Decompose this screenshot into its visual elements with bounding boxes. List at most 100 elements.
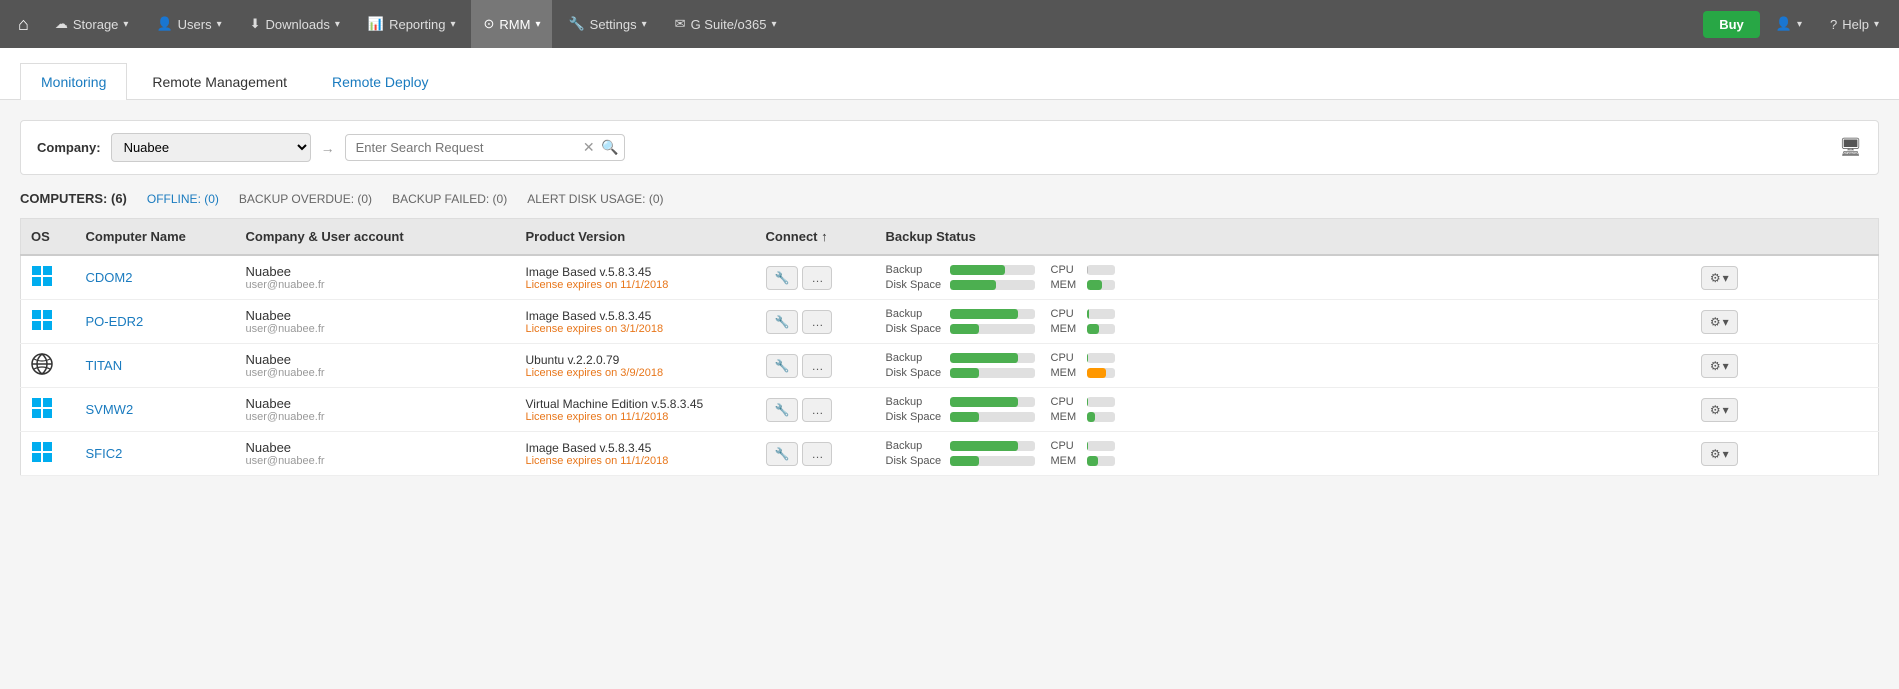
cpu-label-row: CPU [1051,264,1115,276]
nav-settings[interactable]: 🔧 Settings ▾ [556,0,658,48]
connect-more-button[interactable]: … [802,310,832,334]
reporting-icon: 📊 [368,16,384,32]
backup-group: Backup Disk Space [886,396,1035,423]
mem-progress [1087,456,1115,466]
settings-button[interactable]: ⚙ ▾ [1701,266,1738,290]
user-menu[interactable]: 👤 ▾ [1764,0,1814,48]
help-menu[interactable]: ? Help ▾ [1818,0,1891,48]
computer-name-link[interactable]: PO-EDR2 [86,314,144,329]
company-name: Nuabee [246,396,506,411]
backup-status-cell: Backup Disk Space CPU [876,344,1691,388]
connect-wrench-button[interactable]: 🔧 [766,310,799,334]
product-version: Image Based v.5.8.3.45 [526,265,746,279]
connect-buttons: 🔧 … [766,398,866,422]
company-user-cell: Nuabee user@nuabee.fr [236,388,516,432]
connect-wrench-button[interactable]: 🔧 [766,266,799,290]
connect-cell: 🔧 … [756,300,876,344]
col-connect[interactable]: Connect ↑ [756,219,876,256]
product-version: Image Based v.5.8.3.45 [526,441,746,455]
connect-wrench-button[interactable]: 🔧 [766,354,799,378]
actions-cell: ⚙ ▾ [1691,432,1879,476]
tab-remote-deploy[interactable]: Remote Deploy [312,64,449,100]
connect-more-button[interactable]: … [802,442,832,466]
mem-label-text: MEM [1051,411,1081,423]
tab-remote-management[interactable]: Remote Management [131,63,308,100]
product-cell: Virtual Machine Edition v.5.8.3.45 Licen… [516,388,756,432]
disk-label: Disk Space [886,411,944,423]
cpu-progress [1087,353,1115,363]
nav-reporting[interactable]: 📊 Reporting ▾ [356,0,468,48]
buy-button[interactable]: Buy [1703,11,1760,38]
computer-name-link[interactable]: SFIC2 [86,446,123,461]
cpu-progress [1087,309,1115,319]
settings-button[interactable]: ⚙ ▾ [1701,354,1738,378]
screen-icon[interactable]: 🖥 [1839,137,1862,158]
company-user-cell: Nuabee user@nuabee.fr [236,300,516,344]
cpu-group: CPU MEM [1051,308,1115,335]
nav-storage[interactable]: ☁ Storage ▾ [43,0,141,48]
mem-label-row: MEM [1051,455,1115,467]
settings-button[interactable]: ⚙ ▾ [1701,398,1738,422]
backup-fill [950,353,1018,363]
backup-status-cell: Backup Disk Space CPU [876,255,1691,300]
tab-monitoring[interactable]: Monitoring [20,63,127,100]
computer-name-link[interactable]: CDOM2 [86,270,133,285]
mem-label-text: MEM [1051,455,1081,467]
help-caret-icon: ▾ [1874,19,1879,30]
backup-label-row: Backup [886,308,1035,320]
nav-gsuite[interactable]: ✉ G Suite/o365 ▾ [663,0,789,48]
backup-status-cell: Backup Disk Space CPU [876,300,1691,344]
col-os: OS [21,219,76,256]
connect-more-button[interactable]: … [802,398,832,422]
nav-users[interactable]: 👤 Users ▾ [144,0,233,48]
cpu-fill [1087,441,1088,451]
disk-progress [950,280,1035,290]
disk-progress [950,456,1035,466]
gear-icon: ⚙ [1710,271,1721,285]
connect-wrench-button[interactable]: 🔧 [766,398,799,422]
gear-caret-icon: ▾ [1723,403,1729,417]
product-version: Virtual Machine Edition v.5.8.3.45 [526,397,746,411]
col-computer-name[interactable]: Computer Name [76,219,236,256]
nav-rmm[interactable]: ⊙ RMM ▾ [471,0,552,48]
rmm-icon: ⊙ [483,16,494,32]
search-icon[interactable]: 🔍 [601,139,618,156]
connect-cell: 🔧 … [756,432,876,476]
os-cell [21,300,76,344]
company-name: Nuabee [246,264,506,279]
settings-button[interactable]: ⚙ ▾ [1701,442,1738,466]
status-section: Backup Disk Space CPU [886,396,1681,423]
clear-icon[interactable]: ✕ [583,139,595,156]
computers-count: COMPUTERS: (6) [20,191,127,206]
connect-more-button[interactable]: … [802,266,832,290]
user-email: user@nuabee.fr [246,455,506,467]
mem-progress [1087,412,1115,422]
home-button[interactable]: ⌂ [8,14,39,35]
os-cell [21,388,76,432]
computer-name-cell: SVMW2 [76,388,236,432]
cpu-fill [1087,265,1088,275]
sub-navigation: Monitoring Remote Management Remote Depl… [0,48,1899,100]
backup-label-row: Backup [886,264,1035,276]
settings-caret-icon: ▾ [642,19,647,30]
cpu-fill [1087,309,1089,319]
computer-name-link[interactable]: TITAN [86,358,123,373]
settings-button[interactable]: ⚙ ▾ [1701,310,1738,334]
backup-fill [950,309,1018,319]
product-cell: Image Based v.5.8.3.45 License expires o… [516,255,756,300]
offline-count[interactable]: OFFLINE: (0) [147,192,219,206]
backup-progress [950,353,1035,363]
disk-label-row: Disk Space [886,323,1035,335]
cpu-progress [1087,265,1115,275]
computer-name-link[interactable]: SVMW2 [86,402,134,417]
nav-downloads[interactable]: ⬇ Downloads ▾ [238,0,352,48]
company-select[interactable]: Nuabee [111,133,311,162]
computers-table: OS Computer Name Company & User account … [20,218,1879,476]
downloads-caret-icon: ▾ [335,19,340,30]
col-backup-status: Backup Status [876,219,1691,256]
backup-label: Backup [886,440,944,452]
connect-more-button[interactable]: … [802,354,832,378]
os-icon [31,363,53,378]
connect-wrench-button[interactable]: 🔧 [766,442,799,466]
mem-fill [1087,456,1098,466]
